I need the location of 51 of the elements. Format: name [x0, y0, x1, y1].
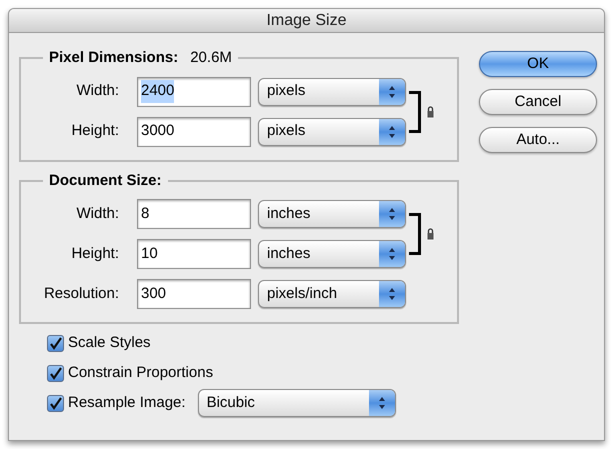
dropdown[interactable]: pixels	[258, 118, 406, 146]
field-value: 8	[141, 204, 150, 224]
dropdown[interactable]: inches	[258, 240, 406, 268]
field-label: Resolution:	[42, 284, 120, 304]
dropdown-value: Bicubic	[206, 392, 256, 413]
checkbox[interactable]	[47, 394, 64, 412]
checkbox-label: Constrain Proportions	[68, 362, 214, 383]
lock-icon	[427, 228, 434, 240]
group-title: Pixel Dimensions:	[49, 48, 178, 68]
dialog-button[interactable]: Cancel	[479, 89, 597, 115]
checkmark-icon	[49, 396, 62, 410]
field-label: Height:	[70, 121, 120, 142]
field-value: 300	[141, 284, 166, 304]
stepper-arrows-icon	[388, 247, 396, 261]
group-value: 20.6M	[190, 48, 232, 68]
field-label: Width:	[75, 81, 120, 102]
window-title: Image Size	[266, 10, 347, 30]
field-label: Height:	[70, 244, 120, 264]
dialog-button[interactable]: Auto...	[479, 127, 597, 153]
input-field[interactable]: 2400	[137, 76, 251, 106]
checkbox-label: Resample Image:	[68, 392, 186, 413]
dropdown-value: inches	[266, 244, 312, 264]
dropdown-value: pixels	[266, 81, 306, 102]
dropdown-value: pixels/inch	[266, 284, 338, 304]
checkbox[interactable]	[47, 364, 64, 382]
checkmark-icon	[49, 366, 62, 380]
field-value: 3000	[141, 121, 174, 142]
input-field[interactable]: 8	[137, 199, 251, 229]
dropdown[interactable]: pixels/inch	[258, 280, 406, 308]
dropdown-value: inches	[266, 204, 312, 224]
dropdown[interactable]: inches	[258, 200, 406, 228]
stepper-arrows-icon	[388, 287, 396, 301]
dropdown[interactable]: Bicubic	[198, 389, 396, 417]
input-field[interactable]: 10	[137, 239, 251, 269]
group-title: Document Size:	[49, 170, 162, 190]
input-field[interactable]: 300	[137, 279, 251, 309]
dropdown[interactable]: pixels	[258, 78, 406, 106]
field-value: 10	[141, 244, 158, 264]
stepper-arrows-icon	[388, 207, 396, 221]
stepper-arrows-icon	[388, 84, 396, 98]
checkbox-label: Scale Styles	[68, 332, 151, 353]
input-field[interactable]: 3000	[137, 116, 251, 146]
checkmark-icon	[49, 336, 62, 350]
dropdown-value: pixels	[266, 121, 306, 142]
dialog-button[interactable]: OK	[479, 51, 597, 77]
stepper-arrows-icon	[388, 124, 396, 138]
checkbox[interactable]	[47, 334, 64, 352]
field-label: Width:	[75, 204, 120, 224]
field-value: 2400	[141, 80, 174, 103]
stepper-arrows-icon	[378, 396, 386, 410]
lock-icon	[427, 106, 434, 118]
